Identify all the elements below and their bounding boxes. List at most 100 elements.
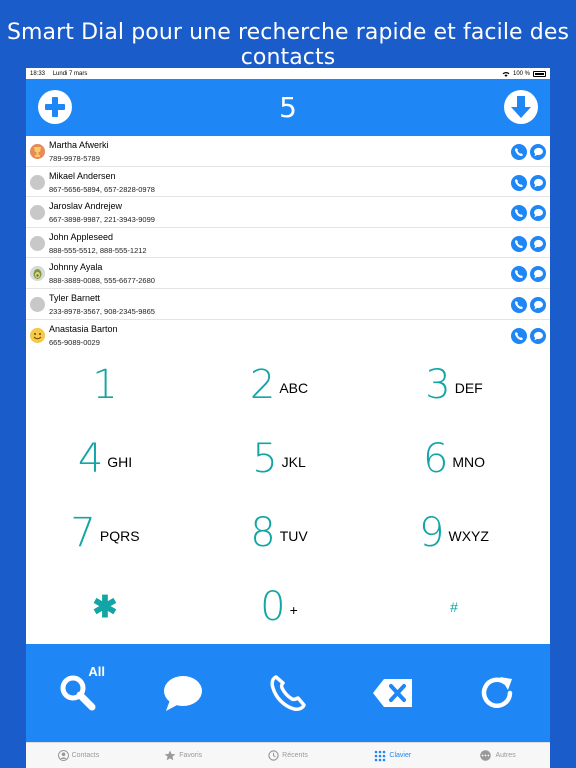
- contact-name: John Appleseed: [49, 231, 114, 242]
- key-digit: 6: [422, 436, 449, 482]
- key-letters: GHI: [107, 454, 133, 470]
- top-bar: 5: [26, 79, 550, 136]
- refresh-button[interactable]: [473, 670, 523, 716]
- device-screen: 18:33 Lundi 7 mars 100 % 5 Martha Afwerk…: [26, 68, 550, 768]
- keypad-icon: [374, 750, 386, 762]
- backspace-icon: [373, 679, 412, 707]
- contact-message-button[interactable]: [530, 327, 546, 344]
- contact-phones: 789-9978-5789: [49, 154, 100, 163]
- contact-row[interactable]: Tyler Barnett 233-8978-3567, 908-2345-986…: [26, 289, 550, 320]
- contact-call-button[interactable]: [511, 205, 527, 222]
- contact-call-button[interactable]: [511, 296, 527, 313]
- keypad-key[interactable]: 3 DEF: [367, 348, 541, 422]
- contact-avatar: [30, 327, 45, 343]
- contact-message-button[interactable]: [530, 174, 546, 191]
- tab-clavier[interactable]: Clavier: [340, 743, 445, 768]
- contact-call-button[interactable]: [511, 144, 527, 160]
- arrow-down-icon: [511, 96, 531, 118]
- tab-favoris[interactable]: Favoris: [131, 743, 236, 768]
- key-letters: JKL: [281, 454, 306, 470]
- contact-call-button[interactable]: [511, 174, 527, 191]
- contact-call-button[interactable]: [511, 327, 527, 344]
- backspace-button[interactable]: [368, 670, 418, 716]
- contact-message-button[interactable]: [530, 235, 546, 252]
- keypad-key[interactable]: 1: [26, 348, 192, 422]
- dialed-number: 5: [279, 91, 297, 124]
- contact-phones: 665-9089-0029: [49, 337, 100, 347]
- contact-message-button[interactable]: [530, 144, 546, 160]
- contact-list: Martha Afwerki 789-9978-5789 Mikael Anders…: [26, 136, 550, 351]
- keypad-key[interactable]: ✱: [26, 570, 192, 644]
- keypad-key[interactable]: 0 +: [192, 570, 366, 644]
- keypad-key[interactable]: 2 ABC: [192, 348, 366, 422]
- wifi-icon: [502, 71, 510, 77]
- tab-label: Autres: [495, 752, 516, 759]
- tab-recents[interactable]: Récents: [236, 743, 341, 768]
- phone-icon: [515, 300, 523, 309]
- contact-message-button[interactable]: [530, 296, 546, 313]
- keypad-key[interactable]: 4 GHI: [26, 422, 192, 496]
- key-digit: 5: [252, 436, 278, 482]
- keypad-key[interactable]: 9 WXYZ: [367, 496, 541, 570]
- key-digit: 7: [70, 510, 96, 556]
- contact-call-button[interactable]: [511, 266, 527, 283]
- person-icon: [57, 750, 69, 761]
- phone-icon: [515, 148, 523, 156]
- key-digit: 4: [77, 436, 104, 482]
- status-time: 18:33: [30, 70, 46, 77]
- contact-name: Anastasia Barton: [49, 323, 118, 334]
- promo-headline: Smart Dial pour une recherche rapide et …: [6, 20, 570, 70]
- tab-label: Contacts: [71, 752, 100, 759]
- phone-icon: [515, 331, 523, 340]
- key-digit: ✱: [92, 590, 118, 624]
- contact-avatar: [30, 266, 45, 282]
- tab-label: Récents: [282, 752, 308, 759]
- contact-avatar: [30, 235, 45, 251]
- key-letters: PQRS: [99, 528, 140, 544]
- contact-row[interactable]: Johnny Ayala 888-3889-0088, 555-6677-2680: [26, 258, 550, 289]
- contact-row[interactable]: Anastasia Barton 665-9089-0029: [26, 320, 550, 351]
- refresh-icon: [481, 677, 513, 708]
- contact-avatar: [30, 144, 45, 159]
- contact-phones: 888-3889-0088, 555-6677-2680: [49, 276, 155, 286]
- message-button[interactable]: [158, 670, 208, 716]
- contact-phones: 888-555-5512, 888-555-1212: [49, 245, 147, 255]
- keypad-key[interactable]: 6 MNO: [367, 422, 541, 496]
- chat-bubble-icon: [533, 239, 543, 249]
- contact-message-button[interactable]: [530, 205, 546, 222]
- keypad-key[interactable]: 5 JKL: [192, 422, 366, 496]
- chat-bubble-icon: [533, 300, 543, 310]
- key-letters: TUV: [279, 528, 308, 544]
- battery-icon: [533, 70, 546, 77]
- contact-row[interactable]: Jaroslav Andrejew 667-3898-9987, 221-3943…: [26, 197, 550, 228]
- key-letters: WXYZ: [448, 528, 489, 544]
- download-button[interactable]: [504, 90, 538, 124]
- phone-icon: [270, 675, 306, 711]
- contact-name: Jaroslav Andrejew: [49, 201, 123, 212]
- phone-icon: [515, 270, 523, 279]
- chat-bubble-icon: [533, 147, 543, 157]
- key-digit: 1: [92, 362, 118, 408]
- contact-phones: 867-5656-5894, 657-2828-0978: [49, 184, 155, 194]
- search-all-button[interactable]: All: [53, 664, 105, 716]
- dial-keypad: 1 2 ABC 3 DEF 4 GHI 5 JKL 6 MNO 7 PQRS 8 TUV 9 WXYZ ✱ 0 + #: [26, 348, 550, 644]
- keypad-key[interactable]: #: [367, 570, 541, 644]
- key-digit: 9: [419, 510, 445, 556]
- keypad-key[interactable]: 8 TUV: [192, 496, 366, 570]
- keypad-key[interactable]: 7 PQRS: [26, 496, 192, 570]
- tab-autres[interactable]: Autres: [445, 743, 550, 768]
- tab-label: Favoris: [179, 752, 203, 759]
- status-bar: 18:33 Lundi 7 mars 100 %: [26, 68, 550, 79]
- contact-call-button[interactable]: [511, 235, 527, 252]
- phone-icon: [515, 178, 523, 187]
- contact-message-button[interactable]: [530, 266, 546, 283]
- tab-contacts[interactable]: Contacts: [26, 743, 131, 768]
- contact-row[interactable]: Martha Afwerki 789-9978-5789: [26, 136, 550, 167]
- chat-bubble-icon: [533, 331, 543, 340]
- key-letters: DEF: [454, 380, 483, 396]
- contact-phones: 233-8978-3567, 908-2345-9865: [49, 306, 155, 316]
- contact-row[interactable]: John Appleseed 888-555-5512, 888-555-1212: [26, 228, 550, 259]
- call-button[interactable]: [263, 670, 313, 716]
- key-digit: #: [450, 599, 458, 615]
- contact-row[interactable]: Mikael Andersen 867-5656-5894, 657-2828-0…: [26, 167, 550, 198]
